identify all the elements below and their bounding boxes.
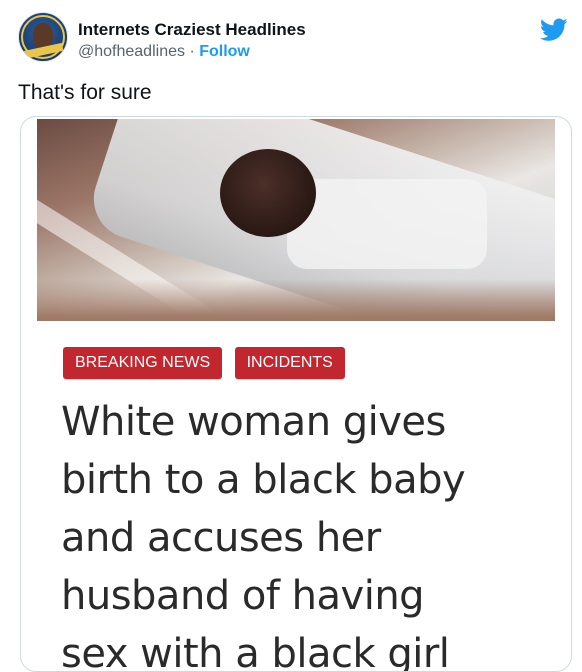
- tag-breaking-news: BREAKING NEWS: [63, 347, 223, 379]
- baby-photo: [37, 119, 555, 321]
- display-name[interactable]: Internets Craziest Headlines: [78, 20, 306, 40]
- follow-button[interactable]: Follow: [199, 43, 250, 60]
- tweet-card: Internets Craziest Headlines @hofheadlin…: [0, 0, 582, 672]
- headline-line: White woman gives: [61, 399, 446, 445]
- photo-blanket: [287, 179, 487, 269]
- tweet-header: Internets Craziest Headlines @hofheadlin…: [18, 12, 574, 68]
- tweet-text: That's for sure: [18, 81, 152, 104]
- handle-line: @hofheadlines · Follow: [78, 43, 250, 61]
- headline-line: husband of having: [61, 573, 425, 619]
- news-headline: White woman gives birth to a black baby …: [61, 393, 551, 672]
- tweet-media-image[interactable]: BREAKING NEWS INCIDENTS White woman give…: [20, 116, 572, 672]
- photo-shadow: [37, 279, 555, 321]
- tag-incidents: INCIDENTS: [234, 347, 345, 379]
- avatar[interactable]: [18, 12, 68, 62]
- handle[interactable]: @hofheadlines: [78, 43, 185, 60]
- twitter-bird-icon[interactable]: [540, 18, 568, 42]
- separator: ·: [189, 43, 195, 60]
- headline-line: birth to a black baby: [61, 457, 466, 503]
- photo-baby-head: [220, 149, 316, 237]
- news-tags: BREAKING NEWS INCIDENTS: [63, 347, 353, 379]
- headline-line: and accuses her: [61, 515, 381, 561]
- headline-line: sex with a black girl: [61, 631, 450, 672]
